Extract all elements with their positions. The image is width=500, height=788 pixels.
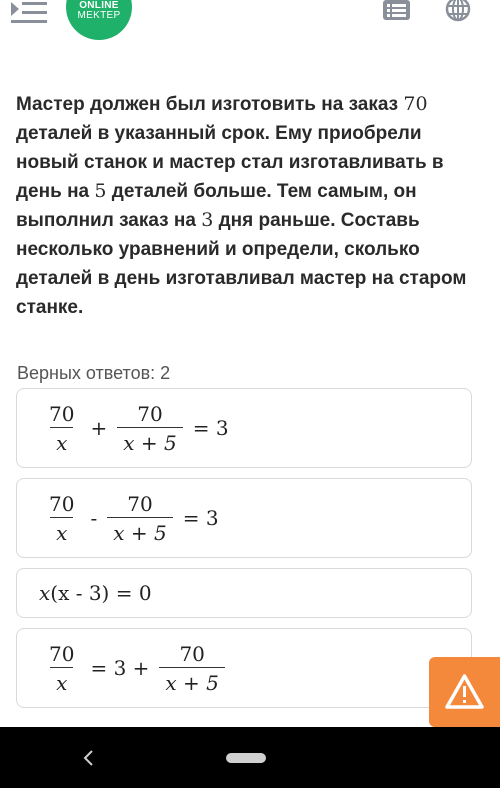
- task-list-button[interactable]: [382, 0, 412, 22]
- question-part: Мастер должен был изготовить на заказ: [16, 94, 404, 115]
- warning-icon: [445, 674, 484, 709]
- denominator: x + 5: [107, 516, 173, 546]
- menu-button[interactable]: [8, 0, 50, 28]
- fraction: 70 x + 5: [159, 641, 225, 696]
- home-icon[interactable]: [226, 753, 266, 763]
- numerator: 70: [179, 641, 205, 666]
- numerator: 70: [127, 491, 153, 516]
- fraction: 70 x: [43, 491, 80, 546]
- question-text: Мастер должен был изготовить на заказ 70…: [16, 90, 486, 322]
- numerator: 70: [137, 401, 163, 426]
- online-mektep-logo[interactable]: ONLINE MEKTEP: [66, 0, 132, 40]
- question-number: 70: [403, 93, 428, 115]
- back-icon: [83, 750, 93, 766]
- globe-icon: [445, 0, 471, 22]
- equation: x (x - 3) = 0: [39, 569, 152, 617]
- fraction: 70 x + 5: [117, 401, 183, 456]
- numerator: 70: [49, 641, 75, 666]
- language-button[interactable]: [444, 0, 472, 24]
- equation: 70 x = 3 + 70 x + 5: [39, 629, 229, 707]
- equals-part: = 3: [192, 416, 229, 440]
- expression: (x - 3) = 0: [50, 581, 152, 605]
- denominator: x + 5: [117, 426, 183, 456]
- numerator: 70: [49, 491, 75, 516]
- equals-part: = 3: [182, 506, 219, 530]
- denominator: x: [50, 426, 74, 456]
- fraction: 70 x: [43, 401, 80, 456]
- list-icon: [383, 0, 410, 20]
- question-number: 5: [94, 180, 107, 202]
- equals-part: = 3 +: [90, 656, 150, 680]
- operator: +: [90, 416, 108, 440]
- operator: -: [90, 506, 98, 530]
- fraction: 70 x: [43, 641, 80, 696]
- numerator: 70: [49, 401, 75, 426]
- equation: 70 x + 70 x + 5 = 3: [39, 389, 235, 467]
- denominator: x + 5: [159, 666, 225, 696]
- logo-line-2: MEKTEP: [77, 10, 121, 21]
- denominator: x: [50, 666, 74, 696]
- correct-answers-count: Верных ответов: 2: [17, 363, 171, 383]
- top-bar: ONLINE MEKTEP: [0, 0, 500, 70]
- answer-option-3[interactable]: x (x - 3) = 0: [16, 568, 472, 618]
- variable: x: [39, 581, 51, 605]
- answer-option-2[interactable]: 70 x - 70 x + 5 = 3: [16, 478, 472, 558]
- denominator: x: [50, 516, 74, 546]
- question-number: 3: [201, 209, 214, 231]
- system-navigation-bar: [0, 727, 500, 788]
- back-button[interactable]: [80, 747, 96, 769]
- answer-option-4[interactable]: 70 x = 3 + 70 x + 5: [16, 628, 472, 708]
- fraction: 70 x + 5: [107, 491, 173, 546]
- answer-option-1[interactable]: 70 x + 70 x + 5 = 3: [16, 388, 472, 468]
- equation: 70 x - 70 x + 5 = 3: [39, 479, 225, 557]
- menu-icon: [11, 2, 47, 23]
- report-problem-button[interactable]: [429, 657, 500, 727]
